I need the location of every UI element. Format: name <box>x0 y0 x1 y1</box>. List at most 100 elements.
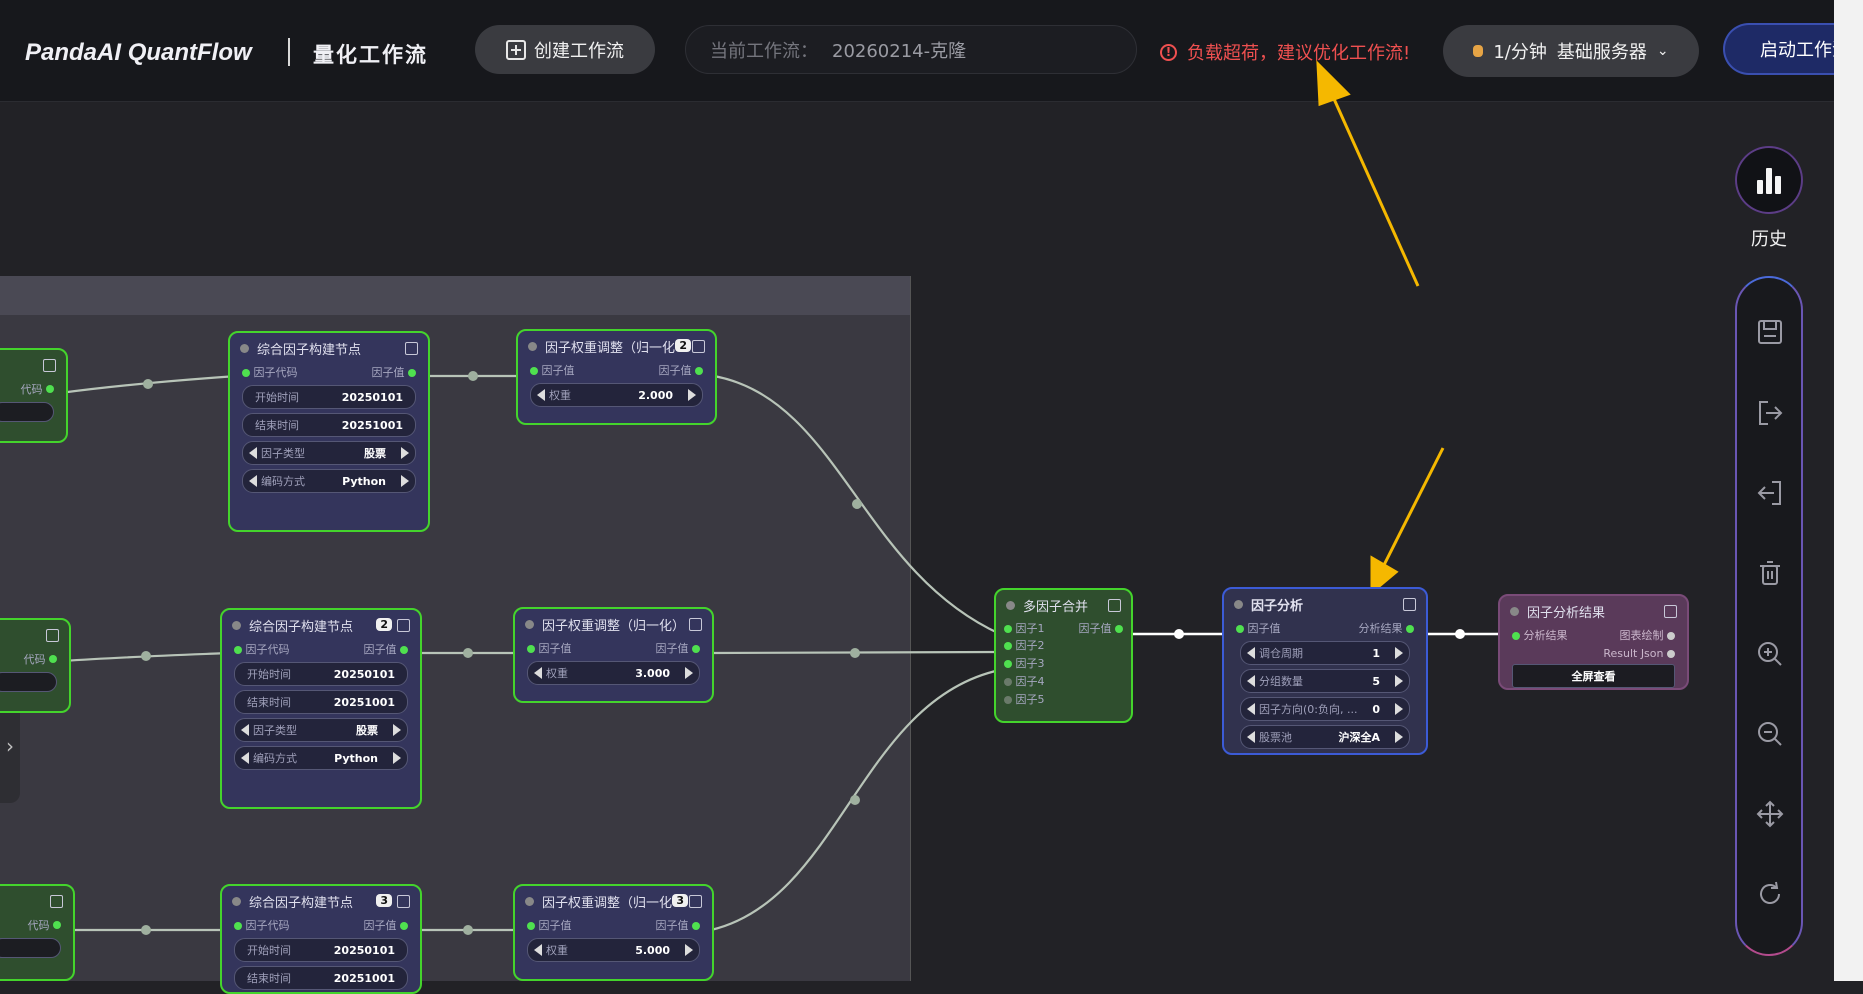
weight-stepper[interactable]: 权重 3.000 <box>527 661 700 685</box>
factor-analysis-node[interactable]: 因子分析 因子值 分析结果 调仓周期 1 分组数量 5 因子方向(0:负向, ... 0… <box>1222 587 1428 755</box>
factor-weight-node-1[interactable]: 因子权重调整（归一化 2 因子值 因子值 权重 2.000 <box>516 329 717 425</box>
server-select[interactable]: 1/分钟 基础服务器 ⌄ <box>1443 25 1699 77</box>
arrow-right-icon[interactable] <box>1395 647 1403 659</box>
arrow-right-icon[interactable] <box>685 944 693 956</box>
edit-icon[interactable] <box>50 895 63 908</box>
code-input[interactable] <box>0 402 54 422</box>
factor-type-select[interactable]: 因子类型 股票 <box>242 441 416 465</box>
edit-icon[interactable] <box>397 895 410 908</box>
arrow-right-icon[interactable] <box>393 752 401 764</box>
start-time-field[interactable]: 开始时间 20250101 <box>234 938 408 962</box>
arrow-left-icon[interactable] <box>1247 647 1255 659</box>
output-port[interactable] <box>49 655 57 663</box>
start-time-field[interactable]: 开始时间 20250101 <box>234 662 408 686</box>
arrow-left-icon[interactable] <box>534 944 542 956</box>
current-workflow-field[interactable]: 当前工作流： 20260214-克隆 <box>685 25 1137 74</box>
input-port[interactable] <box>1512 632 1520 640</box>
edit-icon[interactable] <box>692 340 705 353</box>
arrow-right-icon[interactable] <box>393 724 401 736</box>
factor-weight-node-2[interactable]: 因子权重调整（归一化） 因子值 因子值 权重 3.000 <box>513 607 714 703</box>
code-input[interactable] <box>0 672 57 692</box>
input-port[interactable] <box>1004 642 1012 650</box>
arrow-left-icon[interactable] <box>249 447 257 459</box>
zoom-out-icon[interactable] <box>1754 718 1786 750</box>
arrow-left-icon[interactable] <box>1247 731 1255 743</box>
output-port[interactable] <box>1115 625 1123 633</box>
arrow-right-icon[interactable] <box>1395 703 1403 715</box>
end-time-field[interactable]: 结束时间 20251001 <box>234 966 408 990</box>
node-group-title-bar[interactable] <box>0 276 910 315</box>
stock-pool-select[interactable]: 股票池 沪深全A <box>1240 725 1410 749</box>
partial-node-2[interactable]: 代码 <box>0 618 71 713</box>
save-icon[interactable] <box>1754 316 1786 348</box>
arrow-right-icon[interactable] <box>401 475 409 487</box>
history-button[interactable] <box>1735 146 1803 214</box>
end-time-field[interactable]: 结束时间 20251001 <box>242 413 416 437</box>
node-group-frame[interactable] <box>0 276 911 981</box>
group-count-stepper[interactable]: 分组数量 5 <box>1240 669 1410 693</box>
edit-icon[interactable] <box>689 895 702 908</box>
multi-factor-merge-node[interactable]: 多因子合并 因子1 因子值 因子2 因子3 因子4 因子5 <box>994 588 1133 723</box>
input-port[interactable] <box>1004 660 1012 668</box>
arrow-right-icon[interactable] <box>685 667 693 679</box>
factor-analysis-result-node[interactable]: 因子分析结果 分析结果 图表绘制 Result Json 全屏查看 <box>1498 594 1689 690</box>
arrow-right-icon[interactable] <box>401 447 409 459</box>
output-port[interactable] <box>53 921 61 929</box>
output-port[interactable] <box>692 922 700 930</box>
arrow-left-icon[interactable] <box>534 667 542 679</box>
edit-icon[interactable] <box>689 618 702 631</box>
end-time-field[interactable]: 结束时间 20251001 <box>234 690 408 714</box>
output-port[interactable] <box>1667 632 1675 640</box>
arrow-right-icon[interactable] <box>688 389 696 401</box>
edit-icon[interactable] <box>1403 598 1416 611</box>
factor-type-select[interactable]: 因子类型 股票 <box>234 718 408 742</box>
edit-icon[interactable] <box>397 619 410 632</box>
arrow-left-icon[interactable] <box>249 475 257 487</box>
output-port[interactable] <box>400 922 408 930</box>
arrow-left-icon[interactable] <box>537 389 545 401</box>
refresh-icon[interactable] <box>1754 878 1786 910</box>
factor-weight-node-3[interactable]: 因子权重调整（归一化 3 因子值 因子值 权重 5.000 <box>513 884 714 981</box>
arrow-left-icon[interactable] <box>1247 675 1255 687</box>
import-icon[interactable] <box>1754 477 1786 509</box>
weight-stepper[interactable]: 权重 2.000 <box>530 383 703 407</box>
edit-icon[interactable] <box>46 629 59 642</box>
output-port[interactable] <box>695 367 703 375</box>
edit-icon[interactable] <box>1664 605 1677 618</box>
encoding-select[interactable]: 编码方式 Python <box>234 746 408 770</box>
input-port[interactable] <box>242 369 250 377</box>
start-time-field[interactable]: 开始时间 20250101 <box>242 385 416 409</box>
encoding-select[interactable]: 编码方式 Python <box>242 469 416 493</box>
partial-node-3[interactable]: 代码 <box>0 884 75 981</box>
input-port[interactable] <box>234 646 242 654</box>
output-port[interactable] <box>692 645 700 653</box>
edit-icon[interactable] <box>1108 599 1121 612</box>
code-input[interactable] <box>0 938 61 958</box>
output-port[interactable] <box>400 646 408 654</box>
input-port[interactable] <box>1004 696 1012 704</box>
output-port[interactable] <box>1406 625 1414 633</box>
input-port[interactable] <box>1004 678 1012 686</box>
output-port[interactable] <box>408 369 416 377</box>
output-port[interactable] <box>46 385 54 393</box>
arrow-left-icon[interactable] <box>241 724 249 736</box>
edit-icon[interactable] <box>405 342 418 355</box>
arrow-right-icon[interactable] <box>1395 675 1403 687</box>
edit-icon[interactable] <box>43 359 56 372</box>
factor-direction-stepper[interactable]: 因子方向(0:负向, ... 0 <box>1240 697 1410 721</box>
weight-stepper[interactable]: 权重 5.000 <box>527 938 700 962</box>
input-port[interactable] <box>1004 625 1012 633</box>
move-icon[interactable] <box>1754 798 1786 830</box>
factor-build-node-3[interactable]: 综合因子构建节点 3 因子代码 因子值 开始时间 20250101 结束时间 20251… <box>220 884 422 994</box>
input-port[interactable] <box>1236 625 1244 633</box>
create-workflow-button[interactable]: 创建工作流 <box>475 25 655 74</box>
arrow-right-icon[interactable] <box>1395 731 1403 743</box>
rebalance-period-stepper[interactable]: 调仓周期 1 <box>1240 641 1410 665</box>
input-port[interactable] <box>527 922 535 930</box>
input-port[interactable] <box>234 922 242 930</box>
factor-build-node-1[interactable]: 综合因子构建节点 因子代码 因子值 开始时间 20250101 结束时间 202510… <box>228 331 430 532</box>
input-port[interactable] <box>527 645 535 653</box>
input-port[interactable] <box>530 367 538 375</box>
right-scrollbar[interactable] <box>1834 0 1863 981</box>
arrow-left-icon[interactable] <box>241 752 249 764</box>
